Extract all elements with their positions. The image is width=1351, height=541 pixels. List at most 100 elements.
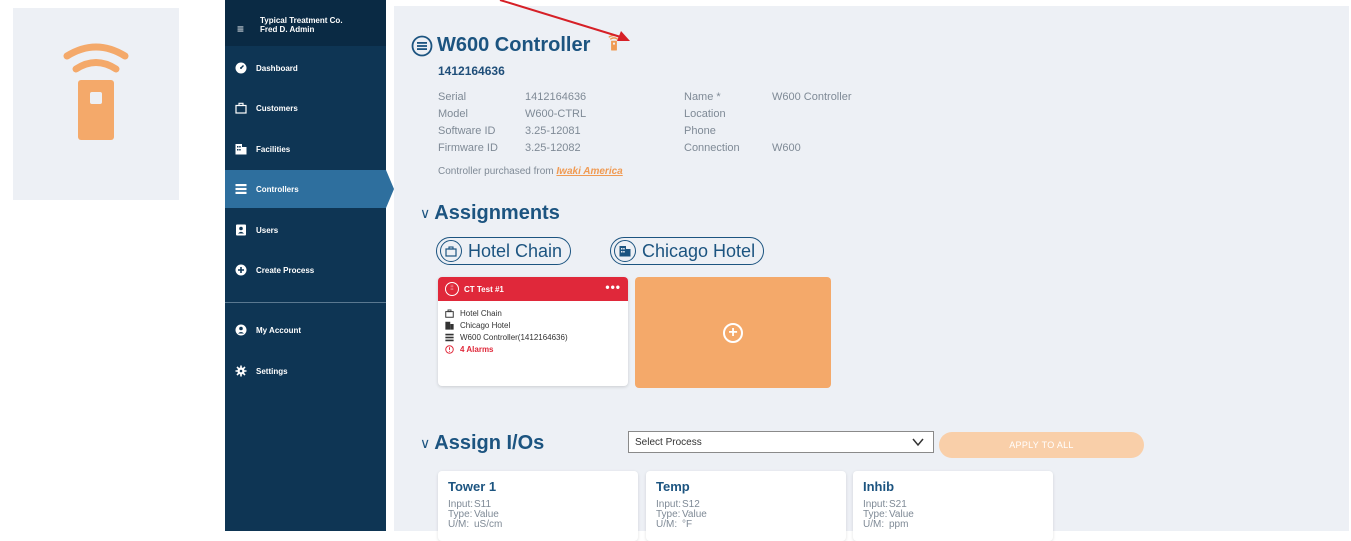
page-title: W600 Controller [437, 34, 591, 56]
io-row-um: U/M: uS/cm [448, 520, 628, 530]
chevron-down-icon [912, 438, 924, 447]
process-name: CT Test #1 [464, 284, 504, 294]
wifi-controller-icon [608, 34, 620, 51]
detail-value: 1412164636 [525, 91, 587, 103]
io-value-um: uS/cm [474, 519, 503, 530]
customer-pill-label: Hotel Chain [468, 240, 563, 261]
process-alarms: 4 Alarms [460, 345, 494, 354]
briefcase-icon [445, 309, 454, 318]
more-options-icon[interactable]: ••• [605, 280, 621, 294]
chevron-down-icon[interactable]: ∨ [420, 205, 430, 222]
gear-icon [235, 365, 247, 377]
io-value-um: ppm [889, 519, 909, 530]
controller-icon [235, 183, 247, 195]
io-label-um: U/M: [448, 519, 470, 530]
sidebar-item-my-account[interactable]: My Account [225, 311, 386, 349]
apply-to-all-button[interactable]: APPLY TO ALL [939, 432, 1144, 458]
sidebar-item-label: Create Process [256, 265, 315, 275]
controller-circle-icon [411, 35, 433, 56]
sidebar-item-create-process[interactable]: Create Process [225, 251, 386, 289]
controller-details-left: Serial 1412164636 Model W600-CTRL Softwa… [438, 91, 638, 161]
sidebar-item-label: Controllers [256, 184, 299, 194]
active-item-pointer [386, 170, 394, 208]
process-controller: W600 Controller(1412164636) [460, 333, 568, 342]
alarm-clock-icon [445, 345, 454, 354]
dashboard-icon [235, 62, 247, 74]
wifi-controller-icon [63, 43, 129, 140]
detail-key: Software ID [438, 125, 496, 137]
building-icon [445, 321, 454, 330]
detail-value: 3.25-12082 [525, 142, 581, 154]
sidebar-item-label: Facilities [256, 144, 291, 154]
tower-icon: ⦙⦙ [445, 282, 459, 296]
sidebar-item-label: Dashboard [256, 63, 298, 73]
detail-key: Serial [438, 91, 467, 103]
assign-ios-section-header[interactable]: ∨ Assign I/Os [420, 432, 544, 455]
io-value-um: °F [682, 519, 693, 530]
zoomed-wifi-controller-panel [13, 8, 179, 200]
io-card-title: Tower 1 [448, 479, 497, 494]
user-badge-icon [235, 224, 247, 236]
add-icon: + [723, 323, 743, 343]
process-card[interactable]: ⦙⦙ CT Test #1 ••• Hotel Chain Chicago Ho… [438, 277, 628, 386]
add-process-card[interactable]: + [635, 277, 831, 388]
detail-key: Phone [684, 125, 716, 137]
sidebar-item-users[interactable]: Users [225, 211, 386, 249]
detail-value: W600-CTRL [525, 108, 587, 120]
io-card-title: Temp [656, 479, 690, 494]
io-row-um: U/M: ppm [863, 520, 1043, 530]
detail-key: Firmware ID [438, 142, 498, 154]
briefcase-icon [440, 240, 462, 262]
sidebar-header: ≡ Typical Treatment Co. Fred D. Admin [225, 0, 386, 46]
detail-key: Location [684, 108, 726, 120]
building-icon [235, 143, 247, 155]
user-name: Fred D. Admin [260, 25, 315, 34]
io-label-um: U/M: [863, 519, 885, 530]
detail-value: W600 Controller [772, 91, 852, 103]
process-card-header: ⦙⦙ CT Test #1 ••• [438, 277, 628, 301]
facility-pill[interactable]: Chicago Hotel [610, 237, 765, 265]
sidebar-item-settings[interactable]: Settings [225, 352, 386, 390]
sidebar-item-controllers[interactable]: Controllers [225, 170, 386, 208]
account-icon [235, 324, 247, 336]
io-card-title: Inhib [863, 479, 895, 494]
assignments-title: Assignments [434, 202, 560, 224]
main-content: W600 Controller 1412164636 Serial 141216… [394, 6, 1349, 541]
building-icon [614, 240, 636, 262]
purchase-prefix: Controller purchased from [438, 166, 557, 177]
sidebar-item-customers[interactable]: Customers [225, 89, 386, 127]
detail-key: Connection [684, 142, 740, 154]
hamburger-menu-icon[interactable]: ≡ [237, 22, 244, 36]
process-facility: Chicago Hotel [460, 321, 511, 330]
io-row-um: U/M: °F [656, 520, 836, 530]
sidebar-item-facilities[interactable]: Facilities [225, 130, 386, 168]
customer-pill[interactable]: Hotel Chain [436, 237, 572, 265]
vendor-link[interactable]: Iwaki America [556, 166, 622, 177]
detail-key: Name * [684, 91, 721, 103]
process-facility-line: Chicago Hotel [438, 320, 628, 331]
facility-pill-label: Chicago Hotel [642, 240, 756, 261]
controller-details-right: Name * W600 Controller Location Phone Co… [684, 91, 934, 161]
sidebar-item-label: My Account [256, 325, 302, 335]
select-process-dropdown[interactable]: Select Process [628, 431, 934, 453]
sidebar-item-label: Customers [256, 103, 298, 113]
detail-value: W600 [772, 142, 801, 154]
sidebar: ≡ Typical Treatment Co. Fred D. Admin Da… [225, 0, 386, 531]
serial-heading: 1412164636 [438, 64, 505, 78]
assign-ios-title: Assign I/Os [434, 432, 545, 454]
purchase-note: Controller purchased from Iwaki America [438, 166, 623, 177]
briefcase-icon [235, 102, 247, 114]
process-customer-line: Hotel Chain [438, 308, 628, 319]
sidebar-divider [225, 302, 386, 303]
sidebar-item-dashboard[interactable]: Dashboard [225, 49, 386, 87]
sidebar-item-label: Settings [256, 366, 288, 376]
detail-key: Model [438, 108, 468, 120]
process-customer: Hotel Chain [460, 309, 502, 318]
io-label-um: U/M: [656, 519, 678, 530]
assignments-section-header[interactable]: ∨ Assignments [420, 202, 560, 225]
org-name: Typical Treatment Co. [260, 16, 343, 25]
process-controller-line: W600 Controller(1412164636) [438, 332, 628, 343]
process-alarms-line[interactable]: 4 Alarms [438, 344, 628, 355]
sidebar-item-label: Users [256, 225, 279, 235]
chevron-down-icon[interactable]: ∨ [420, 435, 430, 452]
